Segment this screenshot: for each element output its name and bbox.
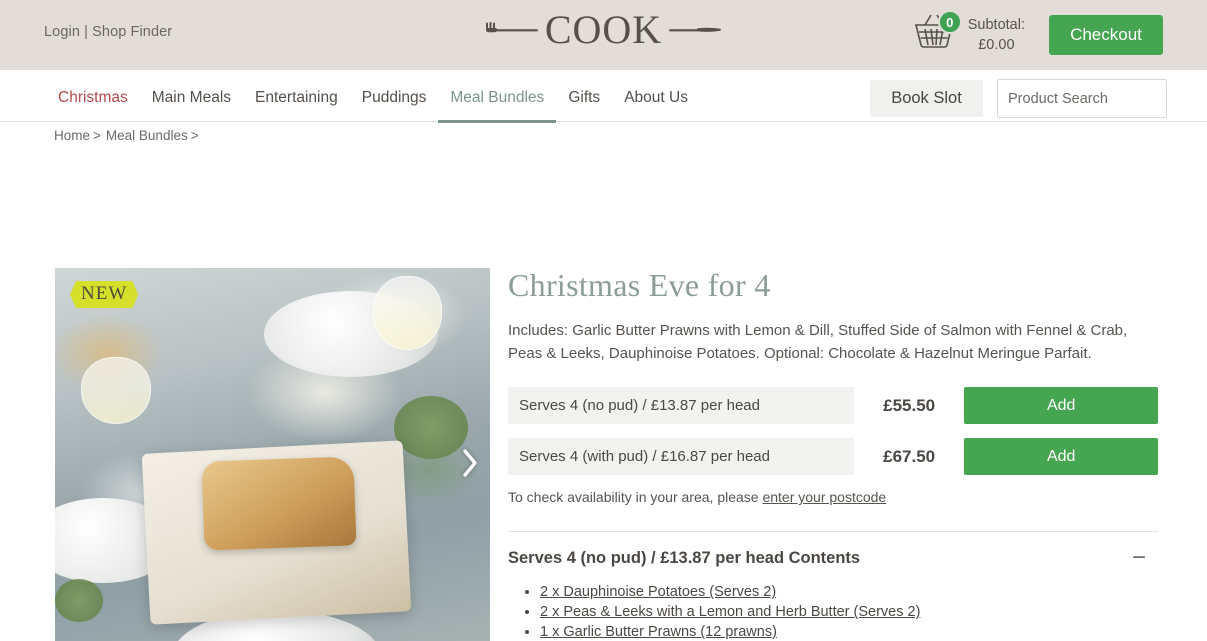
site-logo[interactable]: COOK <box>0 10 1207 50</box>
nav-item-meal-bundles[interactable]: Meal Bundles <box>438 89 557 123</box>
main-navigation: Christmas Main Meals Entertaining Puddin… <box>0 70 1207 123</box>
list-item: 2 x Dauphinoise Potatoes (Serves 2) <box>540 584 1158 600</box>
logo-text: COOK <box>544 7 663 52</box>
content-link-3[interactable]: 1 x Garlic Butter Prawns (12 prawns) <box>540 624 777 640</box>
accordion-header-no-pud[interactable]: Serves 4 (no pud) / £13.87 per head Cont… <box>508 532 1158 584</box>
breadcrumb-separator-2: > <box>190 128 199 143</box>
breadcrumb-meal-bundles[interactable]: Meal Bundles <box>106 128 188 143</box>
utility-divider: | <box>84 24 88 40</box>
hero-photo <box>55 268 490 641</box>
add-button-with-pud[interactable]: Add <box>964 438 1158 476</box>
option-row-with-pud: Serves 4 (with pud) / £16.87 per head £6… <box>508 438 1158 476</box>
nav-items: Christmas Main Meals Entertaining Puddin… <box>46 70 700 123</box>
product-description: Includes: Garlic Butter Prawns with Lemo… <box>508 322 1128 362</box>
breadcrumb-home[interactable]: Home <box>54 128 90 143</box>
shop-finder-link[interactable]: Shop Finder <box>92 24 172 40</box>
option-price-no-pud: £55.50 <box>883 395 936 415</box>
basket-icon-wrapper[interactable]: 0 <box>912 10 962 56</box>
fork-icon <box>485 22 538 33</box>
photo-wine-glass-left <box>81 357 151 424</box>
postcode-link[interactable]: enter your postcode <box>762 489 886 505</box>
gallery-next-arrow[interactable] <box>456 442 484 484</box>
new-badge: NEW <box>70 281 138 308</box>
accordion-title-no-pud: Serves 4 (no pud) / £13.87 per head Cont… <box>508 548 861 567</box>
list-item: 2 x Peas & Leeks with a Lemon and Herb B… <box>540 604 1158 620</box>
book-slot-button[interactable]: Book Slot <box>870 80 983 117</box>
knife-icon <box>669 27 722 32</box>
breadcrumb-separator-1: > <box>93 128 101 143</box>
option-row-no-pud: Serves 4 (no pud) / £13.87 per head £55.… <box>508 387 1158 425</box>
nav-item-entertaining[interactable]: Entertaining <box>243 89 350 123</box>
option-label-with-pud: Serves 4 (with pud) / £16.87 per head <box>508 438 854 476</box>
nav-item-gifts[interactable]: Gifts <box>556 89 612 123</box>
nav-item-puddings[interactable]: Puddings <box>350 89 439 123</box>
add-button-no-pud[interactable]: Add <box>964 387 1158 425</box>
contents-list: 2 x Dauphinoise Potatoes (Serves 2) 2 x … <box>540 584 1158 641</box>
nav-item-about-us[interactable]: About Us <box>612 89 700 123</box>
subtotal-block: Subtotal: £0.00 <box>968 13 1025 55</box>
subtotal-value: £0.00 <box>978 36 1015 53</box>
nav-item-main-meals[interactable]: Main Meals <box>140 89 243 123</box>
minus-icon[interactable]: − <box>1130 546 1148 570</box>
availability-text: To check availability in your area, plea… <box>508 489 763 506</box>
photo-wine-glass-right <box>372 275 443 350</box>
availability-note: To check availability in your area, plea… <box>508 489 1158 505</box>
subtotal-label: Subtotal: <box>967 16 1025 33</box>
accordion-body-no-pud: 2 x Dauphinoise Potatoes (Serves 2) 2 x … <box>508 584 1158 641</box>
basket-count-badge: 0 <box>937 10 962 34</box>
hero-image[interactable]: NEW <box>55 268 490 641</box>
content-link-1[interactable]: 2 x Dauphinoise Potatoes (Serves 2) <box>540 584 776 600</box>
checkout-button[interactable]: Checkout <box>1049 15 1163 55</box>
nav-actions: Book Slot <box>870 79 1195 118</box>
photo-stuffed-salmon <box>201 455 357 551</box>
photo-foliage-left <box>55 579 103 622</box>
breadcrumb: Home > Meal Bundles > <box>54 128 204 143</box>
product-search-box[interactable] <box>997 79 1195 118</box>
search-input[interactable] <box>1008 90 1195 107</box>
purchase-options: Serves 4 (no pud) / £13.87 per head £55.… <box>508 387 1158 505</box>
contents-accordion: Serves 4 (no pud) / £13.87 per head Cont… <box>508 531 1158 641</box>
content-link-2[interactable]: 2 x Peas & Leeks with a Lemon and Herb B… <box>540 604 920 620</box>
nav-item-christmas[interactable]: Christmas <box>46 89 140 123</box>
list-item: 1 x Garlic Butter Prawns (12 prawns) <box>540 624 1158 640</box>
chevron-right-icon <box>463 448 477 477</box>
product-detail: Christmas Eve for 4 Includes: Garlic But… <box>508 267 1158 641</box>
header-utility-links: Login | Shop Finder <box>44 24 172 40</box>
product-gallery: NEW <box>55 268 490 641</box>
option-label-no-pud: Serves 4 (no pud) / £13.87 per head <box>508 387 854 425</box>
basket-summary[interactable]: 0 Subtotal: £0.00 <box>912 10 1025 56</box>
login-link[interactable]: Login <box>44 24 80 40</box>
page-title: Christmas Eve for 4 <box>508 267 771 303</box>
accordion-item-no-pud: Serves 4 (no pud) / £13.87 per head Cont… <box>508 531 1158 641</box>
site-header: Login | Shop Finder COOK 0 Subtotal: £0.… <box>0 0 1207 70</box>
option-price-with-pud: £67.50 <box>883 446 936 466</box>
